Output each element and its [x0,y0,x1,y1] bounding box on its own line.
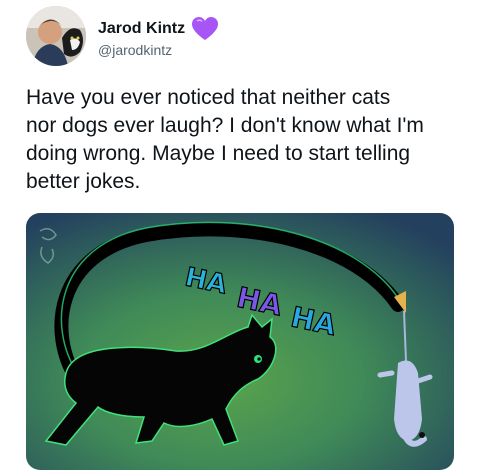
tweet-text-line: doing wrong. Maybe I need to start telli… [26,142,411,165]
tweet-text: Have you ever noticed that neither cats … [26,84,456,196]
author-handle[interactable]: @jarodkintz [98,42,172,58]
author-name[interactable]: Jarod Kintz [98,20,185,38]
purple-heart-icon [191,16,219,42]
avatar[interactable] [26,6,86,66]
tweet-media-image[interactable]: HA HA HA [26,213,454,470]
tweet-header: Jarod Kintz @jarodkintz [26,6,466,68]
tweet-text-line: Have you ever noticed that neither cats [26,86,391,109]
tweet-text-line: nor dogs ever laugh? I don't know what I… [26,114,424,137]
cat-chasing-mouse-illustration: HA HA HA [26,213,454,470]
avatar-photo-icon [26,6,86,66]
tweet-text-line: better jokes. [26,170,141,193]
